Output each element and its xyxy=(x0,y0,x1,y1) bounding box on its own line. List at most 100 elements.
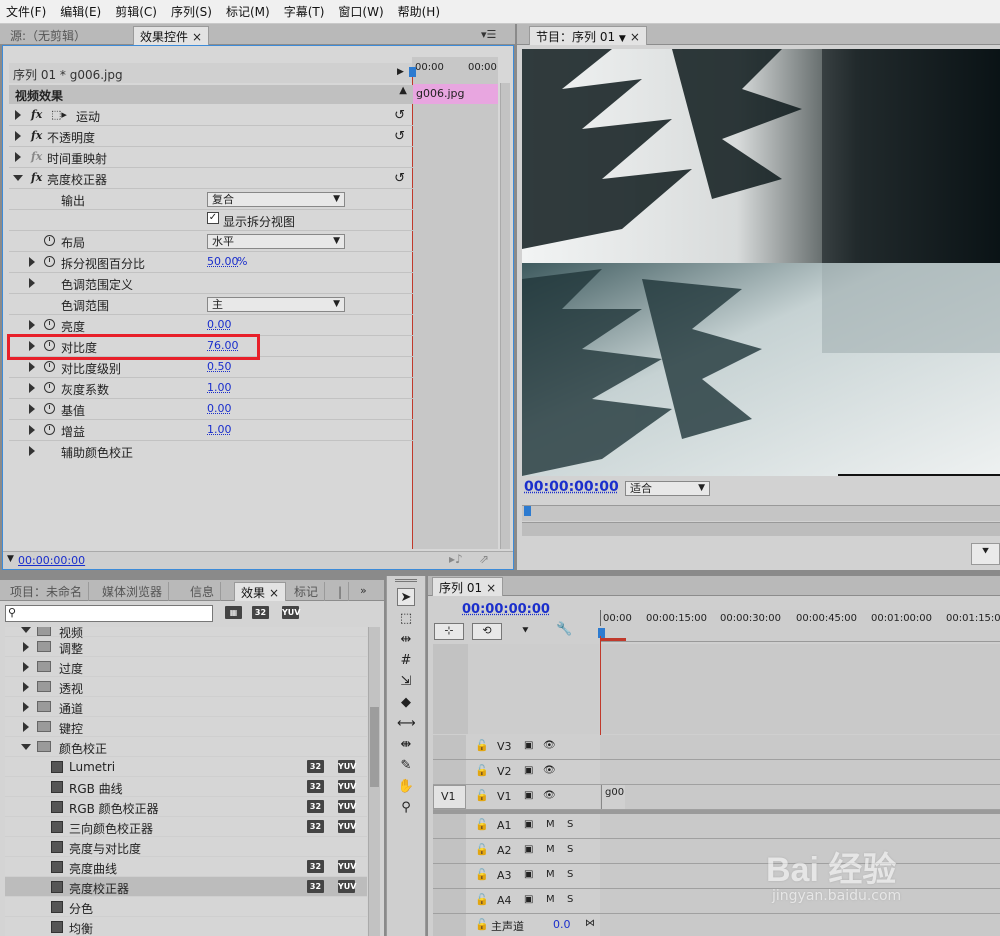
play-only-icon[interactable]: ▶ xyxy=(397,67,404,77)
expand-triangle-icon[interactable] xyxy=(29,383,35,393)
add-marker-icon[interactable]: ⯆ xyxy=(521,624,530,638)
track-select-tool-icon[interactable]: ⬚ xyxy=(397,610,415,628)
gamma-value[interactable]: 1.00 xyxy=(207,381,232,394)
eye-icon[interactable]: 👁 xyxy=(543,740,556,751)
clip-bar[interactable]: g006.jpg xyxy=(412,84,498,104)
lock-icon[interactable]: 🔓 xyxy=(475,818,489,831)
list-item[interactable]: RGB 曲线 32 YUV xyxy=(5,777,367,797)
close-icon[interactable]: × xyxy=(630,30,640,44)
expand-triangle-icon[interactable] xyxy=(29,278,35,288)
playhead-icon[interactable] xyxy=(524,506,531,516)
expand-triangle-icon[interactable] xyxy=(29,320,35,330)
list-item[interactable]: 分色 xyxy=(5,897,367,917)
sync-lock-icon[interactable]: ▣ xyxy=(524,869,533,880)
stopwatch-icon[interactable] xyxy=(44,235,55,246)
menu-edit[interactable]: 编辑(E) xyxy=(60,3,101,20)
expand-triangle-icon[interactable] xyxy=(29,446,35,456)
program-scrub-bar[interactable] xyxy=(522,505,1000,521)
tab-media-browser[interactable]: 媒体浏览器 xyxy=(96,582,169,602)
list-item[interactable]: 亮度与对比度 xyxy=(5,837,367,857)
pedestal-value[interactable]: 0.00 xyxy=(207,402,232,415)
effect-scrollbar[interactable] xyxy=(500,83,510,549)
expand-triangle-icon[interactable] xyxy=(15,131,21,141)
effect-row-motion[interactable]: fx ⬚▸ 运动 ↺ xyxy=(9,105,413,126)
close-icon[interactable]: × xyxy=(269,586,279,600)
sync-lock-icon[interactable]: ▣ xyxy=(524,740,533,751)
sync-lock-icon[interactable]: ▣ xyxy=(524,765,533,776)
eye-icon[interactable]: 👁 xyxy=(543,765,556,776)
list-item[interactable]: 通道 xyxy=(5,697,367,717)
list-item[interactable]: 视频 xyxy=(5,627,367,637)
timeline-clip[interactable]: g00 xyxy=(601,785,625,809)
menu-marker[interactable]: 标记(M) xyxy=(226,3,270,20)
program-zoom-bar[interactable] xyxy=(522,522,1000,536)
mute-button[interactable]: M xyxy=(546,819,555,830)
stopwatch-icon[interactable] xyxy=(44,382,55,393)
stopwatch-icon[interactable] xyxy=(44,319,55,330)
yuv-filter-icon[interactable]: YUV xyxy=(282,606,299,619)
mute-button[interactable]: M xyxy=(546,869,555,880)
menu-clip[interactable]: 剪辑(C) xyxy=(115,3,157,20)
fit-dropdown[interactable]: 适合 xyxy=(625,481,710,496)
lock-icon[interactable]: 🔓 xyxy=(475,789,489,802)
tab-sequence-01[interactable]: 序列 01 × xyxy=(432,577,503,597)
tonal-range-dropdown[interactable]: 主 xyxy=(207,297,345,312)
tab-project[interactable]: 项目：未命名 xyxy=(4,582,89,602)
collapse-triangle-icon[interactable] xyxy=(13,175,23,181)
list-item-selected[interactable]: 亮度校正器 32 YUV xyxy=(5,877,367,897)
stopwatch-icon[interactable] xyxy=(44,256,55,267)
lock-icon[interactable]: 🔓 xyxy=(475,764,489,777)
dropdown-icon[interactable]: ▼ xyxy=(619,34,626,44)
mute-button[interactable]: M xyxy=(546,894,555,905)
close-icon[interactable]: × xyxy=(192,30,202,44)
menu-title[interactable]: 字幕(T) xyxy=(284,3,325,20)
menu-file[interactable]: 文件(F) xyxy=(6,3,46,20)
stopwatch-icon[interactable] xyxy=(44,403,55,414)
list-item[interactable]: 键控 xyxy=(5,717,367,737)
gain-value[interactable]: 1.00 xyxy=(207,423,232,436)
pen-tool-icon[interactable]: ✎ xyxy=(397,757,415,775)
effect-row-luma-corrector[interactable]: fx 亮度校正器 ↺ xyxy=(9,168,413,189)
solo-button[interactable]: S xyxy=(567,844,573,855)
effects-search-input[interactable]: ⚲ xyxy=(5,605,213,622)
32bit-filter-icon[interactable]: 32 xyxy=(252,606,269,619)
menu-sequence[interactable]: 序列(S) xyxy=(171,3,212,20)
accelerated-icon[interactable]: ▦ xyxy=(225,606,242,619)
hand-tool-icon[interactable]: ✋ xyxy=(397,778,415,796)
panel-menu-icon[interactable]: » xyxy=(360,584,367,597)
list-item[interactable]: 颜色校正 xyxy=(5,737,367,757)
effect-row-time-remap[interactable]: fx 时间重映射 xyxy=(9,147,413,168)
menu-help[interactable]: 帮助(H) xyxy=(398,3,440,20)
rate-stretch-tool-icon[interactable]: ⇲ xyxy=(397,673,415,691)
audio-icon[interactable]: ▸♪ xyxy=(449,552,463,566)
footer-timecode[interactable]: 00:00:00:00 xyxy=(18,554,85,567)
panel-menu-icon[interactable]: ▾☰ xyxy=(481,28,496,41)
close-icon[interactable]: × xyxy=(486,581,496,595)
tab-markers[interactable]: 标记 xyxy=(288,582,325,602)
list-item[interactable]: 均衡 xyxy=(5,917,367,936)
list-item[interactable]: RGB 颜色校正器 32 YUV xyxy=(5,797,367,817)
slide-tool-icon[interactable]: ⇼ xyxy=(397,736,415,754)
expand-triangle-icon[interactable] xyxy=(15,110,21,120)
expand-triangle-icon[interactable] xyxy=(29,362,35,372)
list-item[interactable]: 亮度曲线 32 YUV xyxy=(5,857,367,877)
lock-icon[interactable]: 🔓 xyxy=(475,918,489,931)
split-view-checkbox[interactable]: ✓ xyxy=(207,212,219,224)
output-dropdown[interactable]: 复合 xyxy=(207,192,345,207)
effects-tree[interactable]: 视频 调整 过度 透视 通道 键控 颜色校正 Lumetri 32 YUV RGB … xyxy=(5,627,367,936)
razor-tool-icon[interactable]: ◆ xyxy=(397,694,415,712)
tab-overflow[interactable]: | xyxy=(332,582,349,602)
reset-icon[interactable]: ↺ xyxy=(394,129,405,144)
time-ruler[interactable]: 00:00 00:00:15:00 00:00:30:00 00:00:45:0… xyxy=(600,610,1000,642)
brightness-value[interactable]: 0.00 xyxy=(207,318,232,331)
mute-button[interactable]: M xyxy=(546,844,555,855)
tab-source[interactable]: 源:（无剪辑） xyxy=(4,26,92,46)
tab-effects[interactable]: 效果 × xyxy=(234,582,286,602)
list-item[interactable]: Lumetri 32 YUV xyxy=(5,757,367,777)
export-icon[interactable]: ⇗ xyxy=(479,552,489,566)
expand-triangle-icon[interactable] xyxy=(29,425,35,435)
effect-row-opacity[interactable]: fx 不透明度 ↺ xyxy=(9,126,413,147)
tab-program[interactable]: 节目：序列 01 ▼ × xyxy=(529,26,647,46)
list-item[interactable]: 过度 xyxy=(5,657,367,677)
linked-selection-button[interactable]: ⟲ xyxy=(472,623,502,640)
